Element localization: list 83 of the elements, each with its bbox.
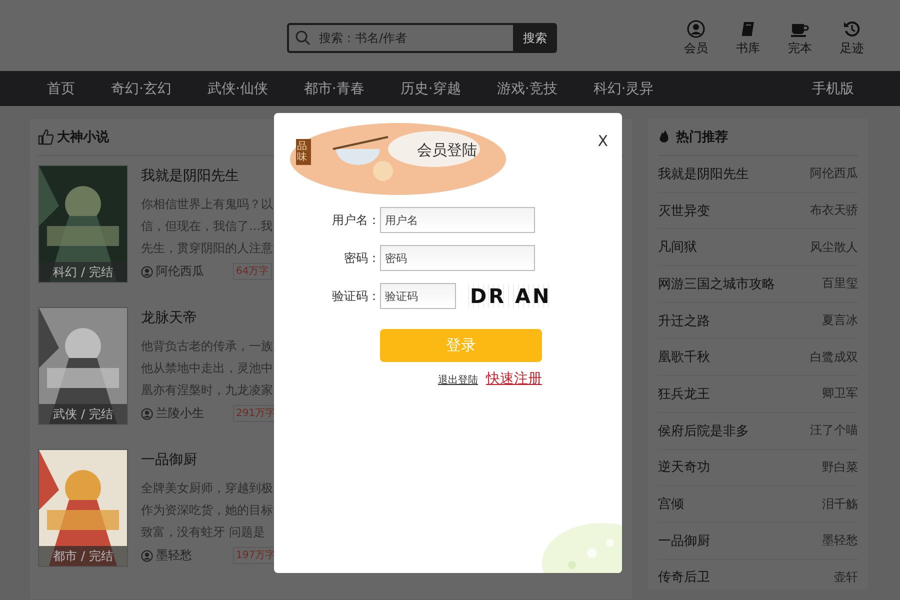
book-description: 你相信世界上有鬼吗？以 [141,196,273,213]
cover-caption: 武侠 / 完结 [39,404,127,424]
field-label: 用户名： [331,212,380,228]
book-title[interactable]: 我就是阴阳先生 [141,167,273,185]
book-title[interactable]: 逆天奇功 [658,458,710,476]
cover-caption: 科幻 / 完结 [39,262,127,282]
author-name: 白鹭成双 [810,348,858,366]
logout-link[interactable]: 退出登陆 [438,373,478,387]
book-cover[interactable]: 武侠 / 完结 [38,307,128,425]
author-name: 汪了个喵 [810,422,858,440]
thumbs-up-icon [38,129,54,145]
history-icon [843,20,861,38]
search-field[interactable]: 搜索：书名/作者 [287,23,513,53]
book-description: 致富，没有蛀牙 问题是 [141,524,266,541]
author-name: 野白菜 [822,458,858,476]
search-button[interactable]: 搜索 [513,23,557,53]
panel-title: 大神小说 [57,129,109,146]
book-description: 他从禁地中走出，灵池中 [141,360,274,377]
book-description: 凰亦有涅槃时，九龙凌家 [141,382,274,399]
book-title[interactable]: 传奇后卫 [658,568,710,586]
author-name: 阿伦西瓜 [156,263,205,280]
book-title[interactable]: 凰歌千秋 [658,348,710,366]
book-description: 全牌美女厨师，穿越到极 [141,480,274,497]
user-icon [141,408,153,420]
mobile-link[interactable]: 手机版 [812,80,854,98]
search-icon [295,30,311,46]
author-name: 墨轻愁 [156,547,193,564]
book-title[interactable]: 一品御厨 [658,532,710,550]
user-icon [687,20,705,38]
flame-icon [658,129,670,145]
user-icon [141,550,153,562]
dialog-title: 会员登陆 [417,141,477,160]
input-field[interactable]: 密码 [380,245,535,271]
header-link[interactable]: 会员 [678,20,714,57]
book-title[interactable]: 灭世异变 [658,202,710,220]
nav-link[interactable]: 都市·青春 [304,80,364,98]
book-title[interactable]: 龙脉天帝 [141,309,278,327]
author-name: 泪千觞 [822,496,858,513]
header-link[interactable]: 书库 [730,20,766,57]
close-button[interactable]: X [598,132,608,150]
user-icon [141,266,153,278]
field-label: 密码： [343,250,380,266]
author-name: 兰陵小生 [156,405,205,422]
input-field[interactable]: 用户名 [380,207,535,233]
register-link[interactable]: 快速注册 [486,370,542,388]
nav-link[interactable]: 奇幻·玄幻 [111,80,172,98]
book-title[interactable]: 侯府后院是非多 [658,422,749,440]
book-title[interactable]: 凡间狱 [658,238,697,256]
book-description: 先生，贯穿阴阳的人注意 [141,240,273,257]
author-name: 百里玺 [822,275,858,292]
book-title[interactable]: 宫倾 [658,495,684,514]
book-title[interactable]: 一品御厨 [141,451,278,469]
cover-caption: 都市 / 完结 [39,546,127,566]
book-title[interactable]: 我就是阴阳先生 [658,164,749,183]
book-icon [739,20,757,38]
author-name: 夏言冰 [822,312,858,330]
book-description: 他背负古老的传承，一族 [141,338,274,355]
book-title[interactable]: 狂兵龙王 [658,384,710,403]
author-name: 风尘散人 [810,238,858,256]
author-name: 墨轻愁 [822,532,858,550]
word-count: 64万字 [233,263,272,280]
book-description: 信，但现在，我信了...我 [141,218,273,235]
nav-link[interactable]: 武侠·仙侠 [207,80,268,98]
book-cover[interactable]: 都市 / 完结 [38,449,128,567]
login-button[interactable]: 登录 [380,329,542,362]
nav-link[interactable]: 游戏·竞技 [496,80,558,98]
field-label: 验证码： [331,288,380,304]
book-title[interactable]: 网游三国之城市攻略 [658,274,775,293]
nav-link[interactable]: 历史·穿越 [400,80,461,98]
nav-link[interactable]: 科幻·灵异 [593,80,654,98]
panel-title: 热门推荐 [676,128,728,146]
input-field[interactable]: 验证码 [380,283,456,309]
book-cover[interactable]: 科幻 / 完结 [38,165,128,283]
author-name: 阿伦西瓜 [810,165,858,182]
logo-badge: 品味 [296,139,311,165]
header-link[interactable]: 足迹 [834,20,870,57]
author-name: 卿卫军 [822,385,858,402]
nav-link[interactable]: 首页 [47,80,75,98]
author-name: 壶轩 [834,568,858,586]
book-description: 作为资深吃货，她的目标 [141,502,274,519]
header-link[interactable]: 完本 [782,20,818,57]
book-title[interactable]: 升迁之路 [658,312,710,330]
author-name: 布衣天骄 [810,202,858,220]
